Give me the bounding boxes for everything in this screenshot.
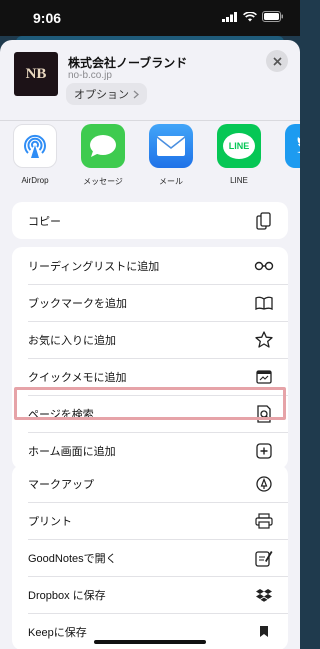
app-label: メッセージ <box>83 177 123 186</box>
status-icons <box>222 11 284 22</box>
action-add-bookmark[interactable]: ブックマークを追加 <box>12 284 288 321</box>
wifi-icon <box>243 11 257 21</box>
cellular-signal-icon <box>222 11 237 22</box>
action-label: プリント <box>28 515 72 528</box>
action-label: GoodNotesで開く <box>28 552 117 565</box>
copy-icon <box>254 211 274 231</box>
messages-icon <box>81 124 125 168</box>
action-label: ブックマークを追加 <box>28 297 127 310</box>
add-square-icon <box>254 441 274 461</box>
close-button[interactable] <box>266 50 288 72</box>
app-label: メール <box>159 177 183 186</box>
options-button[interactable]: オプション <box>66 83 147 105</box>
site-logo: NB <box>14 52 58 96</box>
action-quick-note[interactable]: クイックメモに追加 <box>12 358 288 395</box>
header-divider <box>0 120 300 121</box>
action-copy[interactable]: コピー <box>12 202 288 239</box>
mail-icon <box>149 124 193 168</box>
find-on-page-icon <box>254 404 274 424</box>
action-goodnotes[interactable]: GoodNotesで開く <box>12 539 288 576</box>
action-label: ページを検索 <box>28 408 94 421</box>
line-icon: LINE <box>217 124 261 168</box>
bookmark-icon <box>254 622 274 642</box>
status-time: 9:06 <box>33 10 62 26</box>
action-dropbox[interactable]: Dropbox に保存 <box>12 576 288 613</box>
app-line[interactable]: LINE LINE <box>208 124 270 185</box>
battery-icon <box>262 11 283 22</box>
options-label: オプション <box>74 89 129 101</box>
site-logo-text: NB <box>25 65 47 82</box>
action-group-copy: コピー <box>12 202 288 239</box>
star-icon <box>254 330 274 350</box>
app-messages[interactable]: メッセージ <box>72 124 134 187</box>
dropbox-icon <box>254 585 274 605</box>
app-airdrop[interactable]: AirDrop <box>4 124 66 185</box>
app-label: T <box>276 176 300 185</box>
site-title: 株式会社ノーブランド <box>68 56 188 70</box>
action-label: マークアップ <box>28 478 94 491</box>
app-label: LINE <box>230 176 248 185</box>
app-twitter[interactable]: T <box>276 124 300 185</box>
markup-icon <box>254 474 274 494</box>
action-group-main: リーディングリストに追加 ブックマークを追加 お気に入りに追加 クイックメモに追… <box>12 247 288 469</box>
quick-note-icon <box>254 367 274 387</box>
action-add-to-home-screen[interactable]: ホーム画面に追加 <box>12 432 288 469</box>
chevron-right-icon <box>133 90 139 98</box>
action-label: ホーム画面に追加 <box>28 445 116 458</box>
goodnotes-icon <box>254 548 274 568</box>
site-url: no-b.co.jp <box>68 70 112 81</box>
action-label: リーディングリストに追加 <box>28 260 160 273</box>
app-mail[interactable]: メール <box>140 124 202 187</box>
share-header: NB 株式会社ノーブランド no-b.co.jp オプション <box>0 40 300 114</box>
close-icon <box>272 56 282 66</box>
action-label: クイックメモに追加 <box>28 371 127 384</box>
action-find-on-page[interactable]: ページを検索 <box>12 395 288 432</box>
action-label: Keepに保存 <box>28 626 87 639</box>
status-bar: 9:06 <box>0 0 300 36</box>
printer-icon <box>254 511 274 531</box>
action-group-extensions: マークアップ プリント GoodNotesで開く Dropbox に保存 Kee… <box>12 465 288 649</box>
airdrop-icon <box>13 124 57 168</box>
action-label: コピー <box>28 215 61 228</box>
twitter-icon <box>285 124 300 168</box>
action-label: お気に入りに追加 <box>28 334 116 347</box>
home-indicator <box>94 640 206 644</box>
glasses-icon <box>254 256 274 276</box>
book-icon <box>254 293 274 313</box>
action-label: Dropbox に保存 <box>28 589 106 602</box>
line-tile-text: LINE <box>228 141 250 151</box>
action-print[interactable]: プリント <box>12 502 288 539</box>
share-apps-row: AirDrop メッセージ メール LINE LINE <box>0 124 300 208</box>
action-add-favorite[interactable]: お気に入りに追加 <box>12 321 288 358</box>
app-label: AirDrop <box>21 176 49 185</box>
action-markup[interactable]: マークアップ <box>12 465 288 502</box>
action-reading-list[interactable]: リーディングリストに追加 <box>12 247 288 284</box>
share-sheet: NB 株式会社ノーブランド no-b.co.jp オプション AirDrop メ… <box>0 40 300 649</box>
